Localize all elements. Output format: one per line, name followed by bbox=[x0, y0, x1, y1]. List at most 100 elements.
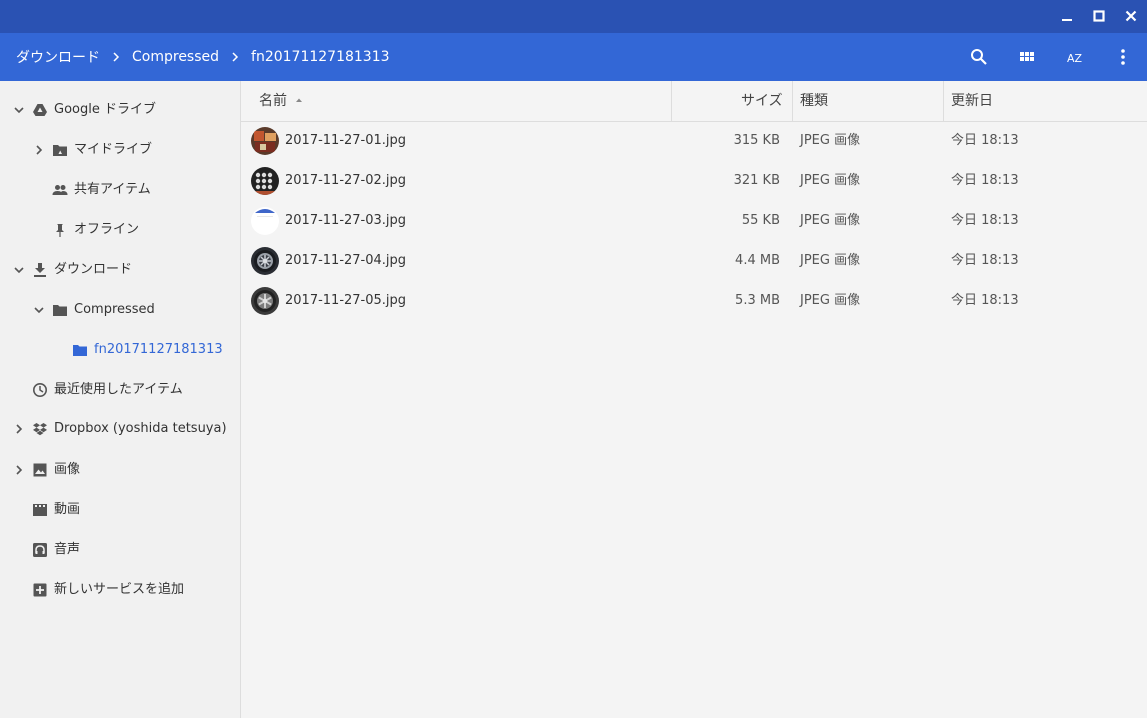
chevron-down-icon[interactable] bbox=[11, 102, 27, 118]
sidebar-item-compressed[interactable]: Compressed bbox=[0, 290, 240, 330]
file-name: 2017-11-27-05.jpg bbox=[285, 293, 407, 308]
image-thumbnail bbox=[251, 287, 279, 315]
column-header-label: 更新日 bbox=[951, 93, 993, 109]
sidebar: Google ドライブ マイドライブ 共有アイテム オフライン ダウンロード C… bbox=[0, 81, 241, 718]
drive-folder-icon bbox=[53, 145, 67, 156]
sidebar-item-label: 共有アイテム bbox=[74, 182, 151, 197]
column-header-type[interactable]: 種類 bbox=[800, 81, 828, 121]
window-title-bar bbox=[0, 0, 1147, 33]
sidebar-item-label: 動画 bbox=[54, 502, 81, 517]
breadcrumb: ダウンロード Compressed fn20171127181313 bbox=[16, 33, 390, 81]
google-drive-icon bbox=[33, 104, 47, 116]
image-thumbnail bbox=[251, 207, 279, 235]
chevron-down-icon[interactable] bbox=[31, 302, 47, 318]
sidebar-item-images[interactable]: 画像 bbox=[0, 450, 240, 490]
file-size: 5.3 MB bbox=[735, 293, 780, 308]
sidebar-item-label: 音声 bbox=[54, 542, 81, 557]
file-modified: 今日 18:13 bbox=[951, 253, 1019, 268]
sidebar-item-videos[interactable]: 動画 bbox=[0, 490, 240, 530]
file-size: 321 KB bbox=[733, 173, 780, 188]
image-thumbnail bbox=[251, 247, 279, 275]
dropbox-icon bbox=[33, 423, 47, 436]
download-icon bbox=[34, 263, 46, 277]
chevron-right-icon bbox=[231, 52, 239, 62]
folder-icon bbox=[53, 305, 67, 316]
column-header-label: サイズ bbox=[741, 93, 783, 109]
sidebar-item-label: オフライン bbox=[74, 222, 140, 237]
toolbar: ダウンロード Compressed fn20171127181313 AZ bbox=[0, 33, 1147, 81]
file-name: 2017-11-27-04.jpg bbox=[285, 253, 407, 268]
sidebar-item-current-folder[interactable]: fn20171127181313 bbox=[0, 330, 240, 370]
people-icon bbox=[52, 185, 68, 195]
table-row[interactable]: 2017-11-27-01.jpg 315 KB JPEG 画像 今日 18:1… bbox=[241, 121, 1147, 161]
more-options-button[interactable] bbox=[1099, 33, 1147, 81]
table-row[interactable]: 2017-11-27-05.jpg 5.3 MB JPEG 画像 今日 18:1… bbox=[241, 281, 1147, 321]
pin-icon bbox=[56, 224, 64, 237]
sidebar-item-offline[interactable]: オフライン bbox=[0, 210, 240, 250]
column-header-modified[interactable]: 更新日 bbox=[951, 81, 993, 121]
sidebar-item-audio[interactable]: 音声 bbox=[0, 530, 240, 570]
grid-view-button[interactable] bbox=[1003, 33, 1051, 81]
chevron-right-icon[interactable] bbox=[31, 142, 47, 158]
file-modified: 今日 18:13 bbox=[951, 133, 1019, 148]
close-button[interactable] bbox=[1115, 0, 1147, 33]
sidebar-item-downloads[interactable]: ダウンロード bbox=[0, 250, 240, 290]
file-list: 名前 サイズ 種類 更新日 2017-11-27-01.jpg 315 KB J… bbox=[241, 81, 1147, 718]
file-name: 2017-11-27-02.jpg bbox=[285, 173, 407, 188]
column-header-name[interactable]: 名前 bbox=[259, 81, 304, 121]
sidebar-item-recent[interactable]: 最近使用したアイテム bbox=[0, 370, 240, 410]
image-thumbnail bbox=[251, 127, 279, 155]
column-divider[interactable] bbox=[792, 81, 793, 121]
column-divider[interactable] bbox=[671, 81, 672, 121]
maximize-icon bbox=[1093, 10, 1105, 22]
sidebar-item-shared[interactable]: 共有アイテム bbox=[0, 170, 240, 210]
breadcrumb-downloads[interactable]: ダウンロード bbox=[16, 47, 100, 67]
minimize-icon bbox=[1062, 19, 1072, 21]
sort-az-icon: AZ bbox=[1067, 52, 1083, 65]
image-thumbnail bbox=[251, 167, 279, 195]
file-size: 55 KB bbox=[741, 213, 780, 228]
sidebar-item-label: Compressed bbox=[74, 302, 155, 317]
table-row[interactable]: 2017-11-27-03.jpg 55 KB JPEG 画像 今日 18:13 bbox=[241, 201, 1147, 241]
file-name: 2017-11-27-01.jpg bbox=[285, 133, 407, 148]
grid-view-icon bbox=[1020, 52, 1034, 61]
sidebar-item-google-drive[interactable]: Google ドライブ bbox=[0, 90, 240, 130]
chevron-down-icon[interactable] bbox=[11, 262, 27, 278]
sidebar-item-label: ダウンロード bbox=[54, 262, 133, 277]
image-icon bbox=[33, 463, 47, 477]
sidebar-item-label: 新しいサービスを追加 bbox=[54, 582, 185, 597]
movie-icon bbox=[33, 504, 47, 516]
file-name: 2017-11-27-03.jpg bbox=[285, 213, 407, 228]
column-divider[interactable] bbox=[943, 81, 944, 121]
headphones-icon bbox=[33, 543, 47, 557]
sidebar-item-add-service[interactable]: 新しいサービスを追加 bbox=[0, 570, 240, 610]
file-modified: 今日 18:13 bbox=[951, 173, 1019, 188]
file-type: JPEG 画像 bbox=[800, 253, 861, 268]
folder-icon bbox=[73, 345, 87, 356]
file-size: 4.4 MB bbox=[735, 253, 780, 268]
sidebar-item-dropbox[interactable]: Dropbox (yoshida tetsuya) bbox=[0, 409, 240, 449]
chevron-right-icon[interactable] bbox=[11, 462, 27, 478]
table-row[interactable]: 2017-11-27-02.jpg 321 KB JPEG 画像 今日 18:1… bbox=[241, 161, 1147, 201]
clock-icon bbox=[33, 383, 47, 397]
sidebar-item-my-drive[interactable]: マイドライブ bbox=[0, 130, 240, 170]
sort-button[interactable]: AZ bbox=[1051, 33, 1099, 81]
minimize-button[interactable] bbox=[1051, 0, 1083, 33]
breadcrumb-current-folder[interactable]: fn20171127181313 bbox=[251, 49, 390, 65]
close-icon bbox=[1125, 10, 1137, 22]
breadcrumb-compressed[interactable]: Compressed bbox=[132, 49, 219, 65]
chevron-right-icon[interactable] bbox=[11, 421, 27, 437]
sidebar-item-label: Dropbox (yoshida tetsuya) bbox=[54, 421, 227, 436]
maximize-button[interactable] bbox=[1083, 0, 1115, 33]
sidebar-item-label: マイドライブ bbox=[74, 142, 153, 157]
sort-ascending-icon bbox=[296, 98, 303, 102]
column-header-size[interactable]: サイズ bbox=[741, 81, 783, 121]
more-vert-icon bbox=[1121, 49, 1125, 65]
table-row[interactable]: 2017-11-27-04.jpg 4.4 MB JPEG 画像 今日 18:1… bbox=[241, 241, 1147, 281]
add-box-icon bbox=[33, 583, 47, 597]
search-button[interactable] bbox=[955, 33, 1003, 81]
column-header-label: 名前 bbox=[259, 93, 287, 109]
file-type: JPEG 画像 bbox=[800, 133, 861, 148]
sidebar-item-label: 画像 bbox=[54, 462, 81, 477]
file-type: JPEG 画像 bbox=[800, 293, 861, 308]
